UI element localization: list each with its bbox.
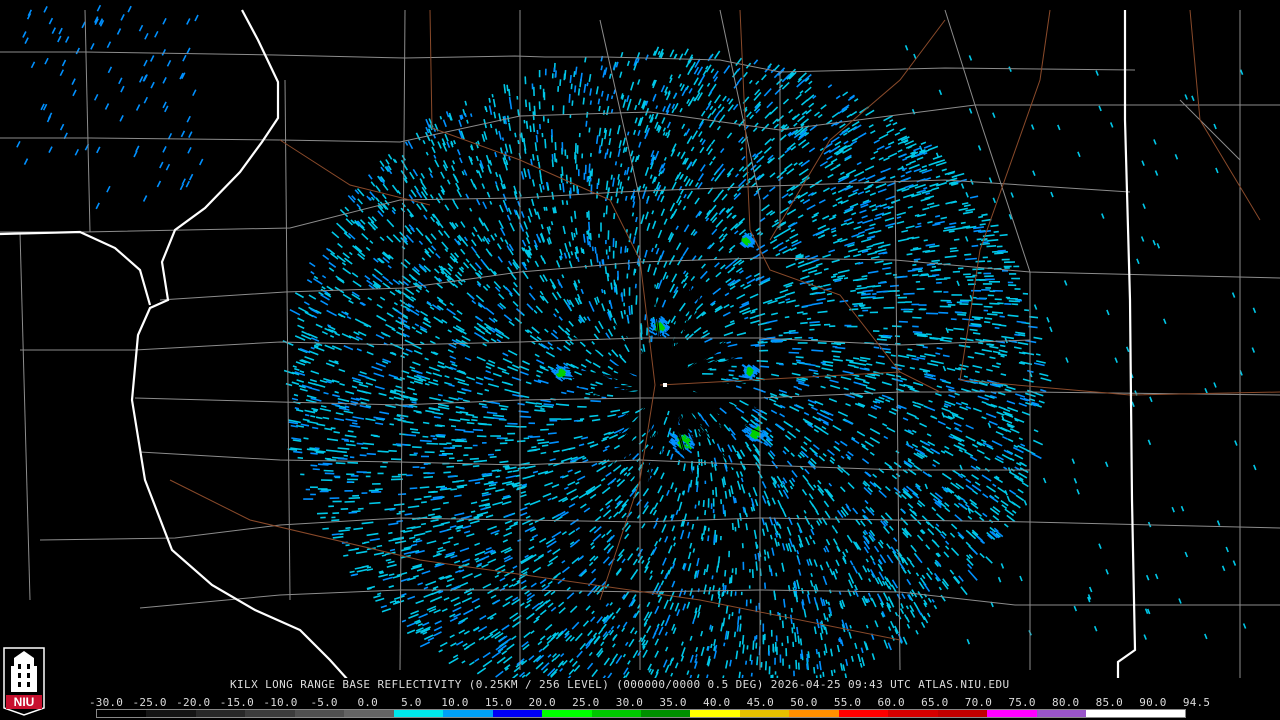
county-boundary <box>0 179 1131 233</box>
scale-swatch <box>443 710 493 717</box>
county-boundary <box>39 517 1280 541</box>
scale-label: 30.0 <box>615 696 644 709</box>
scale-swatch <box>393 710 444 717</box>
scale-label: 5.0 <box>401 696 422 709</box>
scale-swatch <box>690 710 740 717</box>
scale-swatch <box>1086 710 1136 717</box>
state-boundaries <box>0 9 1137 678</box>
scale-label: 80.0 <box>1052 696 1080 709</box>
highway-line <box>1189 9 1261 221</box>
radar-map <box>0 4 1280 678</box>
scale-label: 15.0 <box>484 696 513 709</box>
scale-swatch <box>640 710 691 717</box>
scale-label: -15.0 <box>219 696 254 709</box>
scale-label: 94.5 <box>1182 696 1211 709</box>
county-boundary <box>284 79 291 601</box>
highway-line <box>739 9 901 373</box>
county-boundary <box>894 179 901 671</box>
scale-swatch <box>1135 710 1185 717</box>
scale-label: 0.0 <box>357 696 378 709</box>
scale-label: 20.0 <box>528 696 556 709</box>
scale-label: 75.0 <box>1008 696 1036 709</box>
scale-label: 50.0 <box>790 696 818 709</box>
scale-swatch <box>937 710 988 717</box>
scale-swatch <box>195 710 246 717</box>
county-boundary <box>1179 99 1241 161</box>
echo-light <box>282 45 1257 678</box>
scale-swatch <box>245 710 295 717</box>
scale-swatch <box>987 710 1037 717</box>
scale-label: 70.0 <box>964 696 993 709</box>
scale-label: -25.0 <box>132 696 167 709</box>
scale-label: 90.0 <box>1139 696 1167 709</box>
county-boundary <box>19 231 31 601</box>
scale-swatch <box>146 710 196 717</box>
scale-label: 65.0 <box>921 696 949 709</box>
scale-label: -5.0 <box>310 696 338 709</box>
county-boundary <box>134 391 1280 406</box>
product-caption: KILX LONG RANGE BASE REFLECTIVITY (0.25K… <box>230 678 1010 691</box>
radar-site-marker <box>663 383 667 387</box>
scale-swatch <box>542 710 592 717</box>
county-boundaries <box>0 9 1280 678</box>
scale-label: 35.0 <box>659 696 687 709</box>
scale-swatch <box>888 710 938 717</box>
highway-line <box>279 139 431 206</box>
scale-label: 40.0 <box>703 696 731 709</box>
scale-swatch <box>1036 710 1087 717</box>
scale-label: -20.0 <box>176 696 211 709</box>
scale-swatch <box>97 710 147 717</box>
scale-label: 55.0 <box>833 696 862 709</box>
colorscale-labels: -30.0 -25.0 -20.0 -15.0 -10.0 -5.0 0.0 5.0 10.0 1… <box>89 696 1210 709</box>
scale-swatch <box>789 710 839 717</box>
state-boundary <box>0 230 152 306</box>
scale-label: 45.0 <box>746 696 774 709</box>
niu-logo: NIU <box>3 647 45 716</box>
scale-swatch <box>294 710 345 717</box>
county-boundary <box>399 9 406 671</box>
colorscale-bar <box>96 709 1186 718</box>
radar-site-dot <box>663 383 667 387</box>
scale-swatch <box>344 710 394 717</box>
scale-swatch <box>492 710 543 717</box>
scale-label: 25.0 <box>572 696 600 709</box>
scale-swatch <box>838 710 889 717</box>
state-boundary <box>1116 10 1137 678</box>
scale-label: 85.0 <box>1095 696 1123 709</box>
scale-swatch <box>739 710 790 717</box>
scale-label: 60.0 <box>877 696 905 709</box>
scale-label: -30.0 <box>88 696 124 709</box>
county-boundary <box>84 9 91 233</box>
scale-swatch <box>591 710 641 717</box>
scale-label: -10.0 <box>263 696 298 709</box>
logo-text: NIU <box>14 695 35 709</box>
scale-label: 10.0 <box>441 696 469 709</box>
